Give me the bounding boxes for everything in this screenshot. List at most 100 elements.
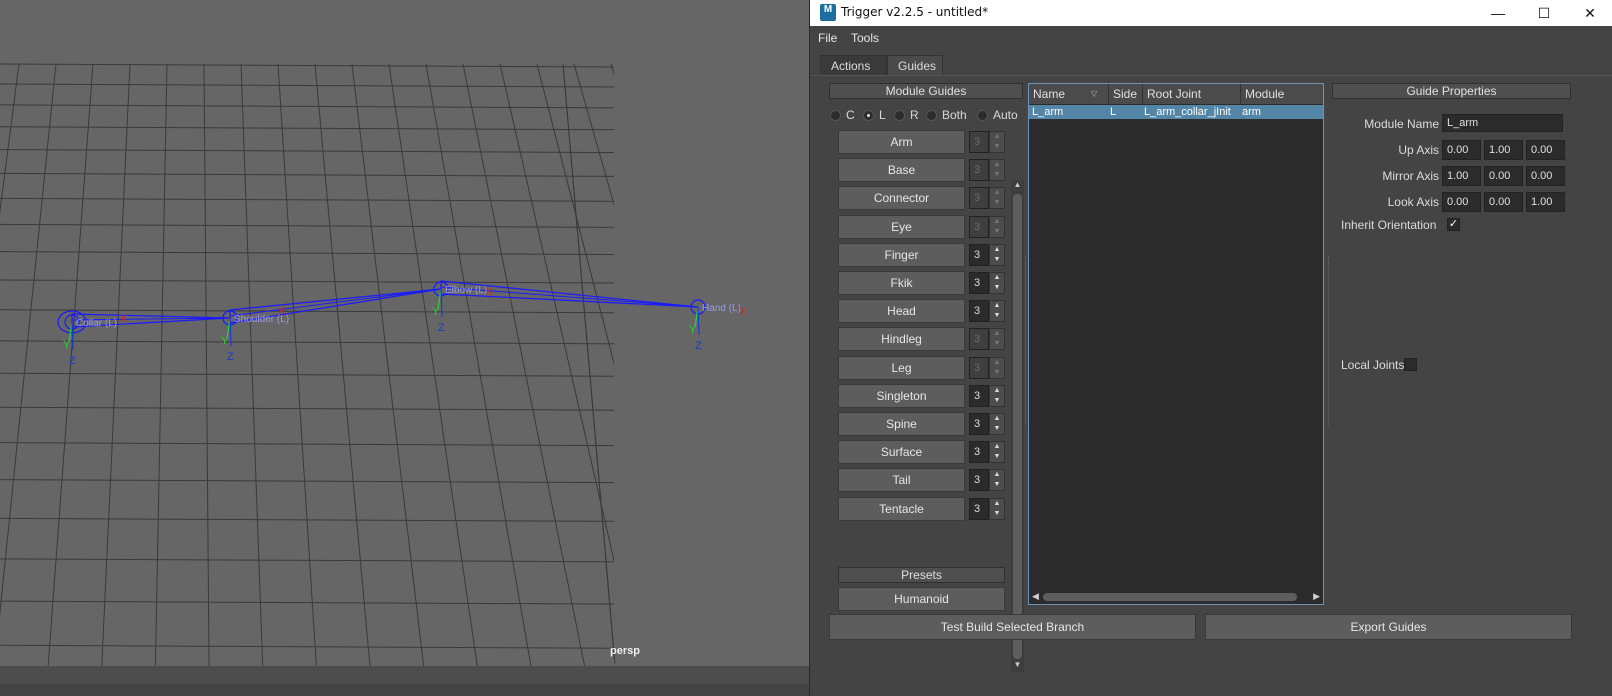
stepper-arrows[interactable]: ▲ ▼ bbox=[989, 300, 1005, 322]
stepper-down-icon[interactable]: ▼ bbox=[990, 283, 1004, 293]
stepper-up-icon[interactable]: ▲ bbox=[990, 301, 1004, 311]
module-count-stepper[interactable]: 3 ▲ ▼ bbox=[969, 441, 1005, 463]
tree-horizontal-scrollbar[interactable]: ◀ ▶ bbox=[1029, 590, 1323, 604]
module-count-value[interactable]: 3 bbox=[969, 272, 989, 294]
close-button[interactable]: ✕ bbox=[1567, 0, 1612, 26]
stepper-up-icon[interactable]: ▲ bbox=[990, 442, 1004, 452]
module-button-base[interactable]: Base bbox=[838, 158, 965, 182]
stepper-arrows[interactable]: ▲ ▼ bbox=[989, 441, 1005, 463]
splitter-handle[interactable] bbox=[1025, 256, 1027, 426]
stepper-up-icon[interactable]: ▲ bbox=[990, 414, 1004, 424]
up-axis-z-field[interactable]: 0.00 bbox=[1526, 140, 1565, 160]
stepper-down-icon[interactable]: ▼ bbox=[990, 424, 1004, 434]
look-axis-y-field[interactable]: 0.00 bbox=[1484, 192, 1523, 212]
3d-viewport[interactable]: Collar (L) Y Z Shoulder (L) Y Z Elbow (L) Y Z Han… bbox=[0, 0, 810, 696]
title-bar[interactable]: M Trigger v2.2.5 - untitled* — ☐ ✕ bbox=[810, 0, 1612, 26]
radio-side-r[interactable]: R bbox=[894, 108, 919, 122]
scroll-thumb[interactable] bbox=[1013, 194, 1022, 659]
stepper-arrows[interactable]: ▲ ▼ bbox=[989, 272, 1005, 294]
stepper-up-icon[interactable]: ▲ bbox=[990, 386, 1004, 396]
module-list-scrollbar[interactable]: ▲ ▼ bbox=[1011, 180, 1024, 672]
module-count-value[interactable]: 3 bbox=[969, 413, 989, 435]
stepper-down-icon[interactable]: ▼ bbox=[990, 396, 1004, 406]
mirror-axis-y-field[interactable]: 0.00 bbox=[1484, 166, 1523, 186]
module-count-value[interactable]: 3 bbox=[969, 244, 989, 266]
stepper-down-icon[interactable]: ▼ bbox=[990, 509, 1004, 519]
module-count-stepper[interactable]: 3 ▲ ▼ bbox=[969, 385, 1005, 407]
splitter-handle[interactable] bbox=[1328, 256, 1330, 426]
radio-side-both[interactable]: Both bbox=[926, 108, 967, 122]
preset-humanoid-button[interactable]: Humanoid bbox=[838, 587, 1005, 611]
module-button-leg[interactable]: Leg bbox=[838, 356, 965, 380]
menu-tools[interactable]: Tools bbox=[851, 31, 879, 45]
module-button-finger[interactable]: Finger bbox=[838, 243, 965, 267]
stepper-arrows[interactable]: ▲ ▼ bbox=[989, 469, 1005, 491]
module-button-spine[interactable]: Spine bbox=[838, 412, 965, 436]
column-header-root-joint[interactable]: Root Joint bbox=[1143, 84, 1241, 104]
stepper-down-icon[interactable]: ▼ bbox=[990, 452, 1004, 462]
module-button-eye[interactable]: Eye bbox=[838, 215, 965, 239]
scroll-left-arrow-icon[interactable]: ◀ bbox=[1032, 591, 1039, 602]
module-count-stepper[interactable]: 3 ▲ ▼ bbox=[969, 413, 1005, 435]
viewport-canvas[interactable]: Collar (L)YZShoulder (L)YZElbow (L)YZHan… bbox=[0, 0, 810, 696]
module-button-head[interactable]: Head bbox=[838, 299, 965, 323]
module-button-singleton[interactable]: Singleton bbox=[838, 384, 965, 408]
module-button-hindleg[interactable]: Hindleg bbox=[838, 327, 965, 351]
tab-guides[interactable]: Guides bbox=[887, 55, 943, 75]
stepper-down-icon[interactable]: ▼ bbox=[990, 311, 1004, 321]
stepper-up-icon[interactable]: ▲ bbox=[990, 245, 1004, 255]
module-button-surface[interactable]: Surface bbox=[838, 440, 965, 464]
menu-file[interactable]: File bbox=[818, 31, 837, 45]
module-count-stepper[interactable]: 3 ▲ ▼ bbox=[969, 498, 1005, 520]
stepper-down-icon[interactable]: ▼ bbox=[990, 255, 1004, 265]
test-build-selected-branch-button[interactable]: Test Build Selected Branch bbox=[829, 614, 1196, 640]
scroll-up-arrow-icon[interactable]: ▲ bbox=[1011, 180, 1024, 192]
column-header-side[interactable]: Side bbox=[1109, 84, 1143, 104]
minimize-button[interactable]: — bbox=[1475, 0, 1521, 26]
module-name-field[interactable]: L_arm bbox=[1442, 114, 1563, 132]
stepper-arrows[interactable]: ▲ ▼ bbox=[989, 385, 1005, 407]
guide-tree[interactable]: Name ▽ Side Root Joint Module L_arm L L_a… bbox=[1028, 83, 1324, 605]
column-header-module[interactable]: Module bbox=[1241, 84, 1323, 104]
local-joints-checkbox[interactable] bbox=[1404, 358, 1417, 371]
scroll-down-arrow-icon[interactable]: ▼ bbox=[1011, 660, 1024, 672]
radio-side-auto[interactable]: Auto bbox=[977, 108, 1018, 122]
tab-actions[interactable]: Actions bbox=[820, 55, 887, 75]
mirror-axis-x-field[interactable]: 1.00 bbox=[1442, 166, 1481, 186]
module-count-value[interactable]: 3 bbox=[969, 300, 989, 322]
module-count-value[interactable]: 3 bbox=[969, 441, 989, 463]
module-button-tail[interactable]: Tail bbox=[838, 468, 965, 492]
stepper-arrows[interactable]: ▲ ▼ bbox=[989, 413, 1005, 435]
up-axis-x-field[interactable]: 0.00 bbox=[1442, 140, 1481, 160]
module-count-stepper[interactable]: 3 ▲ ▼ bbox=[969, 272, 1005, 294]
look-axis-x-field[interactable]: 0.00 bbox=[1442, 192, 1481, 212]
module-count-value[interactable]: 3 bbox=[969, 469, 989, 491]
column-header-name[interactable]: Name ▽ bbox=[1029, 84, 1109, 104]
module-count-value[interactable]: 3 bbox=[969, 385, 989, 407]
stepper-arrows[interactable]: ▲ ▼ bbox=[989, 244, 1005, 266]
module-button-tentacle[interactable]: Tentacle bbox=[838, 497, 965, 521]
scroll-right-arrow-icon[interactable]: ▶ bbox=[1313, 591, 1320, 602]
module-count-stepper[interactable]: 3 ▲ ▼ bbox=[969, 300, 1005, 322]
stepper-down-icon[interactable]: ▼ bbox=[990, 480, 1004, 490]
stepper-arrows[interactable]: ▲ ▼ bbox=[989, 498, 1005, 520]
scroll-thumb[interactable] bbox=[1043, 593, 1297, 601]
module-button-connector[interactable]: Connector bbox=[838, 186, 965, 210]
module-button-fkik[interactable]: Fkik bbox=[838, 271, 965, 295]
stepper-up-icon[interactable]: ▲ bbox=[990, 273, 1004, 283]
maximize-button[interactable]: ☐ bbox=[1521, 0, 1567, 26]
look-axis-z-field[interactable]: 1.00 bbox=[1526, 192, 1565, 212]
module-count-value[interactable]: 3 bbox=[969, 498, 989, 520]
module-count-stepper[interactable]: 3 ▲ ▼ bbox=[969, 244, 1005, 266]
radio-side-l[interactable]: L bbox=[863, 108, 886, 122]
radio-side-c[interactable]: C bbox=[830, 108, 855, 122]
up-axis-y-field[interactable]: 1.00 bbox=[1484, 140, 1523, 160]
mirror-axis-z-field[interactable]: 0.00 bbox=[1526, 166, 1565, 186]
stepper-up-icon[interactable]: ▲ bbox=[990, 499, 1004, 509]
stepper-up-icon[interactable]: ▲ bbox=[990, 470, 1004, 480]
module-button-arm[interactable]: Arm bbox=[838, 130, 965, 154]
module-count-stepper[interactable]: 3 ▲ ▼ bbox=[969, 469, 1005, 491]
export-guides-button[interactable]: Export Guides bbox=[1205, 614, 1572, 640]
tree-row[interactable]: L_arm L L_arm_collar_jInit arm bbox=[1029, 105, 1323, 119]
inherit-orientation-checkbox[interactable]: ✓ bbox=[1447, 218, 1460, 231]
